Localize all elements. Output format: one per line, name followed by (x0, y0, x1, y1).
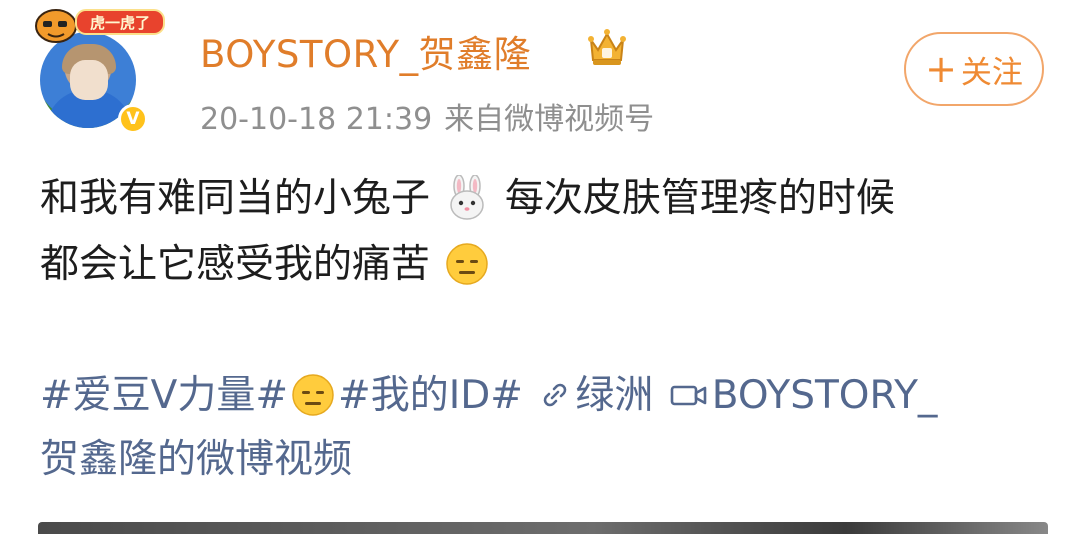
follow-button[interactable]: + 关注 (904, 32, 1044, 106)
expressionless-face-emoji-icon (292, 373, 334, 416)
username[interactable]: BOYSTORY_贺鑫隆 (200, 24, 531, 78)
post-text-segment: 每次皮肤管理疼的时候 (504, 176, 895, 221)
video-thumbnail-edge[interactable] (38, 522, 1048, 534)
video-link-part-2[interactable]: 贺鑫隆的微博视频 (40, 437, 352, 482)
topic-tag-my-id[interactable]: #我的ID# (338, 373, 523, 418)
tags-line-1: #爱豆V力量# #我的ID# 绿洲 BOYSTORY_ (40, 364, 1070, 428)
weibo-post: 虎一虎了 V BOYSTORY_贺鑫隆 20-10-18 21:39 来自微博视频… (0, 0, 1080, 534)
video-camera-icon (670, 385, 707, 405)
topic-tag-aidou[interactable]: #爱豆V力量# (40, 373, 288, 418)
source-label[interactable]: 来自微博视频号 (444, 102, 654, 137)
avatar[interactable]: 虎一虎了 V (34, 4, 165, 134)
crown-badge-icon (588, 29, 626, 65)
post-line-1: 和我有难同当的小兔子 每次皮肤管理疼的时候 (40, 166, 1060, 232)
rabbit-face-emoji-icon (450, 174, 485, 220)
plus-icon: + (925, 47, 957, 91)
verified-icon: V (118, 104, 148, 134)
oasis-link[interactable]: 绿洲 (575, 373, 653, 418)
timestamp: 20-10-18 21:39 (200, 102, 433, 137)
avatar-tiger-banner-icon: 虎一虎了 (35, 9, 165, 43)
link-icon (544, 383, 567, 406)
post-meta: 20-10-18 21:39 来自微博视频号 (200, 94, 654, 138)
expressionless-face-emoji-icon (446, 242, 489, 285)
post-text-segment: 和我有难同当的小兔子 (40, 176, 431, 221)
post-line-2: 都会让它感受我的痛苦 (40, 232, 1060, 298)
follow-label: 关注 (960, 54, 1023, 91)
post-text-segment: 都会让它感受我的痛苦 (40, 242, 431, 287)
post-tags: #爱豆V力量# #我的ID# 绿洲 BOYSTORY_ 贺鑫隆的微博视频 (40, 364, 1070, 492)
video-link-part-1[interactable]: BOYSTORY_ (712, 373, 938, 418)
avatar-banner-text: 虎一虎了 (90, 14, 150, 32)
post-text: 和我有难同当的小兔子 每次皮肤管理疼的时候 都会让它感受我的痛苦 (40, 166, 1060, 298)
tags-line-2: 贺鑫隆的微博视频 (40, 428, 1070, 492)
